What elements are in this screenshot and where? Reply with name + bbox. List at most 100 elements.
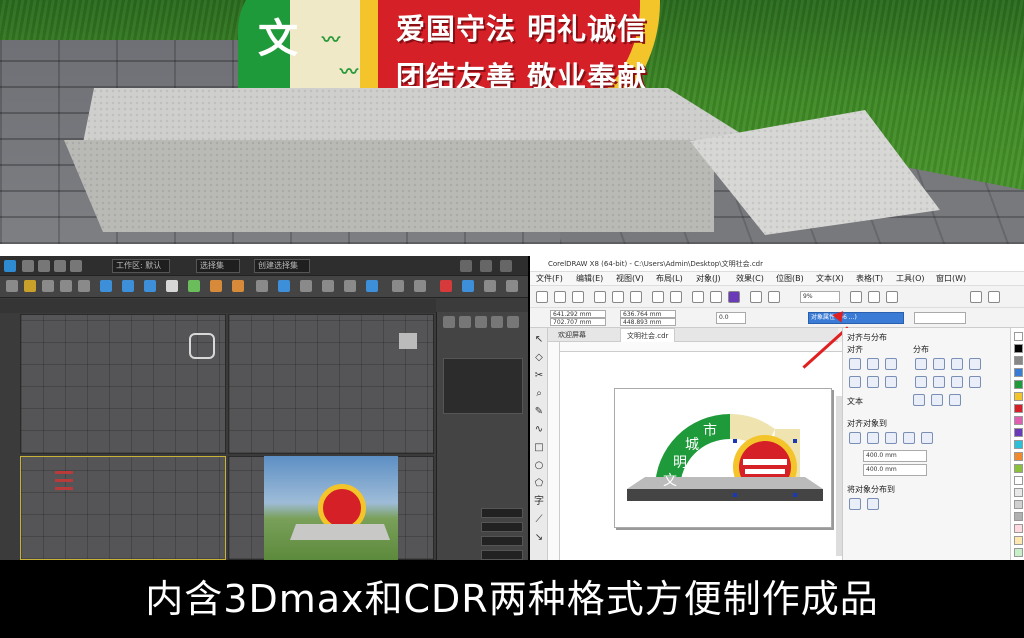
viewcube-icon[interactable] — [399, 333, 417, 349]
color-swatch[interactable] — [1014, 548, 1023, 557]
minimize-icon[interactable] — [460, 260, 472, 272]
color-swatch[interactable] — [1014, 476, 1023, 485]
align-to-page-edge-icon[interactable] — [885, 432, 897, 444]
menu-view[interactable]: 视图(V) — [616, 272, 644, 286]
toolbar-icon[interactable] — [506, 280, 518, 292]
viewcube-icon[interactable] — [189, 333, 215, 359]
layer-icon[interactable] — [166, 280, 178, 292]
distribute-bottom-icon[interactable] — [951, 376, 963, 388]
param-input[interactable] — [481, 550, 523, 560]
align-y-field[interactable]: 400.0 mm — [863, 464, 927, 476]
unlink-icon[interactable] — [70, 260, 82, 272]
menu-edit[interactable]: 编辑(E) — [576, 272, 603, 286]
color-swatch[interactable] — [1014, 356, 1023, 365]
menu-text[interactable]: 文本(X) — [816, 272, 844, 286]
zoom-tool-icon[interactable]: ⌕ — [533, 388, 545, 400]
distribute-to-page-icon[interactable] — [867, 498, 879, 510]
modifier-list[interactable] — [443, 358, 523, 414]
color-swatch[interactable] — [1014, 488, 1023, 497]
select-icon[interactable] — [6, 280, 18, 292]
toolbar-icon[interactable] — [750, 291, 762, 303]
color-swatch[interactable] — [1014, 368, 1023, 377]
distribute-to-selection-icon[interactable] — [849, 498, 861, 510]
link-icon[interactable] — [54, 260, 66, 272]
text-align-icon[interactable] — [931, 394, 943, 406]
cut-icon[interactable] — [594, 291, 606, 303]
save-icon[interactable] — [572, 291, 584, 303]
menu-table[interactable]: 表格(T) — [856, 272, 883, 286]
create-selection-set-field[interactable]: 创建选择集 — [254, 259, 310, 273]
toolbar-icon[interactable] — [868, 291, 880, 303]
toolbar-icon[interactable] — [256, 280, 268, 292]
param-input[interactable] — [481, 508, 523, 518]
copy-icon[interactable] — [612, 291, 624, 303]
menu-file[interactable]: 文件(F) — [536, 272, 563, 286]
connector-tool-icon[interactable]: ↘ — [533, 532, 545, 544]
document-page[interactable]: 市 城 明 文 — [614, 388, 832, 528]
toolbar-icon[interactable] — [462, 280, 474, 292]
color-swatch[interactable] — [1014, 452, 1023, 461]
mirror-icon[interactable] — [122, 280, 134, 292]
undo-icon[interactable] — [652, 291, 664, 303]
drawing-canvas[interactable]: 市 城 明 文 — [560, 352, 842, 560]
undo-icon[interactable] — [22, 260, 34, 272]
align-left-icon[interactable] — [849, 358, 861, 370]
menu-tools[interactable]: 工具(O) — [896, 272, 925, 286]
hierarchy-tab-icon[interactable] — [475, 316, 487, 328]
color-swatch[interactable] — [1014, 536, 1023, 545]
distribute-top-icon[interactable] — [915, 376, 927, 388]
height-field[interactable]: 448.893 mm — [620, 318, 676, 326]
toolbar-icon[interactable] — [322, 280, 334, 292]
color-swatch[interactable] — [1014, 464, 1023, 473]
distribute-left-icon[interactable] — [915, 358, 927, 370]
dimension-tool-icon[interactable]: ⟋ — [533, 514, 545, 526]
gear-icon[interactable] — [970, 291, 982, 303]
modify-tab-icon[interactable] — [459, 316, 471, 328]
color-swatch[interactable] — [1014, 332, 1023, 341]
y-position-field[interactable]: 702.707 mm — [550, 318, 606, 326]
align-to-grid-icon[interactable] — [921, 432, 933, 444]
align-x-field[interactable]: 400.0 mm — [863, 450, 927, 462]
rectangle-tool-icon[interactable]: □ — [533, 442, 545, 454]
align-right-icon[interactable] — [885, 358, 897, 370]
toolbar-icon[interactable] — [392, 280, 404, 292]
crop-tool-icon[interactable]: ✂ — [533, 370, 545, 382]
color-swatch[interactable] — [1014, 392, 1023, 401]
align-icon[interactable] — [144, 280, 156, 292]
color-swatch[interactable] — [1014, 416, 1023, 425]
search-icon[interactable] — [692, 291, 704, 303]
toolbar-icon[interactable] — [850, 291, 862, 303]
align-to-selection-icon[interactable] — [867, 432, 879, 444]
toolbar-icon[interactable] — [366, 280, 378, 292]
scale-icon[interactable] — [78, 280, 90, 292]
redo-icon[interactable] — [670, 291, 682, 303]
viewport-top[interactable] — [20, 314, 226, 454]
selected-property-field[interactable]: 对象属性 (96 ...) — [808, 312, 904, 324]
menu-window[interactable]: 窗口(W) — [936, 272, 966, 286]
snap-icon[interactable] — [100, 280, 112, 292]
toolbar-icon[interactable] — [440, 280, 452, 292]
color-swatch[interactable] — [1014, 344, 1023, 353]
tab-document[interactable]: 文明社会.cdr — [620, 328, 676, 343]
menu-effects[interactable]: 效果(C) — [736, 272, 764, 286]
ellipse-tool-icon[interactable]: ○ — [533, 460, 545, 472]
viewport-left[interactable] — [20, 456, 226, 560]
distribute-center-icon[interactable] — [933, 358, 945, 370]
material-icon[interactable] — [188, 280, 200, 292]
align-center-icon[interactable] — [867, 358, 879, 370]
color-swatch[interactable] — [1014, 428, 1023, 437]
menu-object[interactable]: 对象(J) — [696, 272, 721, 286]
move-icon[interactable] — [42, 280, 54, 292]
menu-bitmaps[interactable]: 位图(B) — [776, 272, 804, 286]
param-input[interactable] — [481, 522, 523, 532]
maximize-icon[interactable] — [480, 260, 492, 272]
open-icon[interactable] — [554, 291, 566, 303]
align-top-icon[interactable] — [849, 376, 861, 388]
color-swatch[interactable] — [1014, 524, 1023, 533]
align-to-active-icon[interactable] — [849, 432, 861, 444]
toolbar-icon[interactable] — [988, 291, 1000, 303]
freehand-tool-icon[interactable]: ✎ — [533, 406, 545, 418]
x-position-field[interactable]: 641.292 mm — [550, 310, 606, 318]
distribute-space-icon[interactable] — [969, 358, 981, 370]
menu-layout[interactable]: 布局(L) — [656, 272, 683, 286]
